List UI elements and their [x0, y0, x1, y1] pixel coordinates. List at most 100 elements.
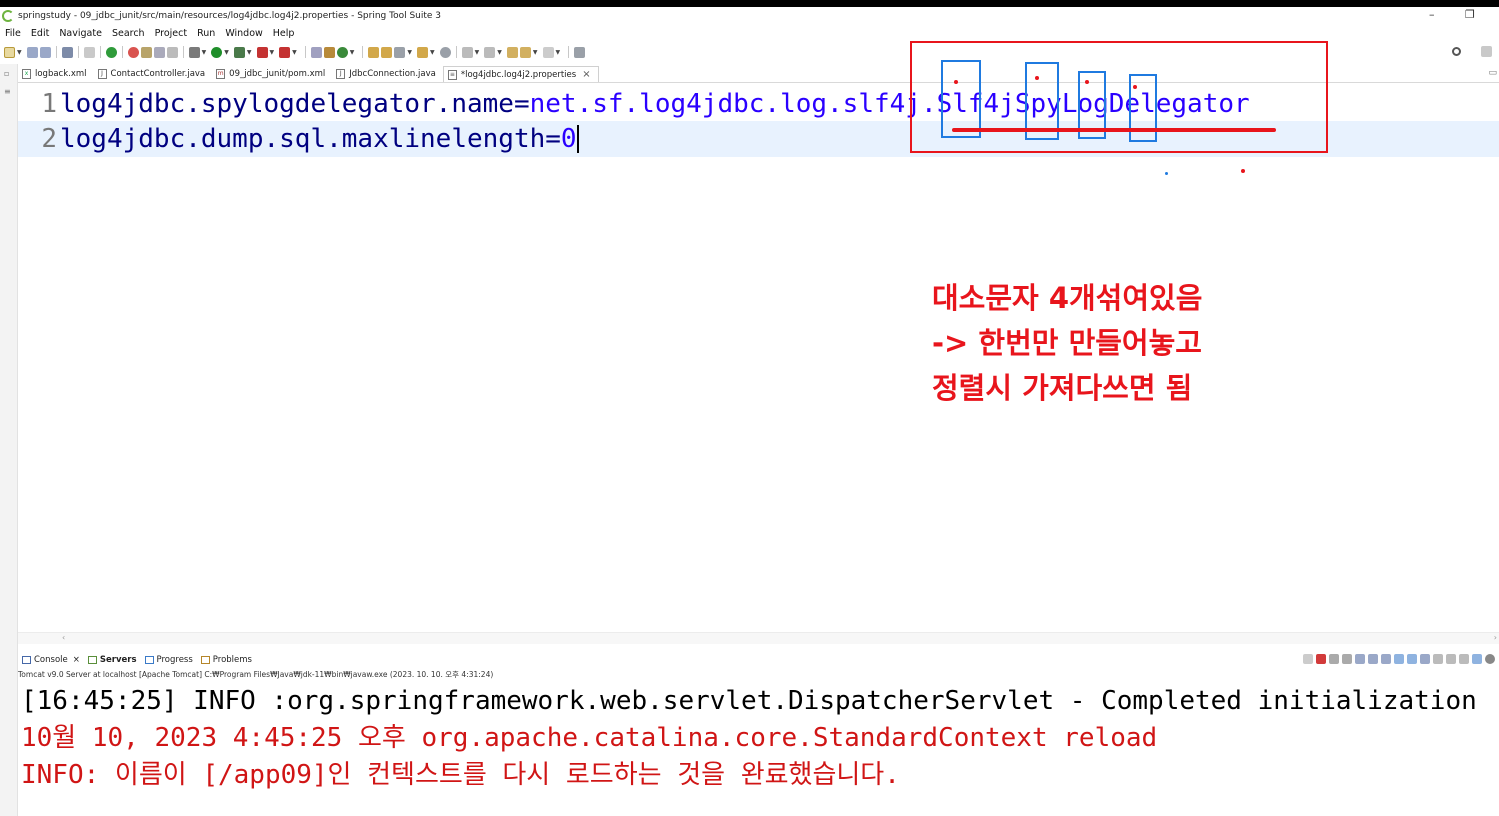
show-whitespace-icon[interactable]	[166, 46, 178, 58]
menu-edit[interactable]: Edit	[31, 28, 49, 39]
next-annotation-icon[interactable]	[461, 46, 473, 58]
close-icon[interactable]: ×	[73, 655, 80, 665]
console-process-label: Tomcat v9.0 Server at localhost [Apache …	[18, 670, 494, 679]
restore-button[interactable]: ❐	[1465, 8, 1475, 21]
open-folder-icon[interactable]	[368, 46, 380, 58]
menu-run[interactable]: Run	[197, 28, 215, 39]
remove-launch-icon[interactable]	[1329, 654, 1339, 664]
word-wrap-icon[interactable]	[1381, 654, 1391, 664]
scroll-right-icon[interactable]: ›	[1494, 633, 1497, 642]
line-number: 2	[41, 124, 57, 154]
debug-icon[interactable]	[188, 46, 200, 58]
run-icon[interactable]	[211, 46, 223, 58]
console-icon	[22, 655, 31, 664]
console-line: 10월 10, 2023 4:45:25 오후 org.apache.catal…	[21, 723, 1158, 753]
title-bar: springstudy - 09_jdbc_junit/src/main/res…	[0, 7, 1499, 25]
annotation-line: -> 한번만 만들어놓고	[932, 326, 1202, 360]
tab-console[interactable]: Console ×	[18, 655, 84, 665]
minimize-button[interactable]: –	[1429, 8, 1435, 21]
minimize-editor-icon[interactable]: ▭	[1488, 68, 1497, 78]
external-tools-icon[interactable]	[279, 46, 291, 58]
menu-help[interactable]: Help	[273, 28, 295, 39]
xml-file-icon: x	[22, 69, 31, 79]
console-toolbar	[1303, 654, 1495, 664]
coverage-icon[interactable]	[233, 46, 245, 58]
package-explorer-icon[interactable]: ≡	[4, 88, 12, 96]
new-java-project-icon[interactable]	[310, 46, 322, 58]
tab-servers[interactable]: Servers	[84, 655, 141, 665]
show-stderr-icon[interactable]	[1407, 654, 1417, 664]
spring-tool-suite-icon	[2, 10, 14, 22]
servers-icon	[87, 655, 97, 664]
link-icon[interactable]	[1472, 654, 1482, 664]
display-console-icon[interactable]	[1433, 654, 1443, 664]
tab-pom-xml[interactable]: m 09_jdbc_junit/pom.xml	[212, 66, 332, 82]
gear-icon[interactable]	[1485, 654, 1495, 664]
close-icon[interactable]: ×	[582, 69, 590, 80]
show-stdout-icon[interactable]	[1394, 654, 1404, 664]
new-package-icon[interactable]	[323, 46, 335, 58]
menu-navigate[interactable]: Navigate	[59, 28, 102, 39]
tab-label: Progress	[156, 654, 193, 665]
open-file-icon[interactable]	[381, 46, 393, 58]
stop-icon[interactable]	[256, 46, 268, 58]
properties-editor[interactable]: 1 log4jdbc.spylogdelegator.name= net.sf.lo…	[18, 84, 1499, 632]
java-file-icon: J	[336, 69, 346, 79]
menu-file[interactable]: File	[5, 28, 21, 39]
open-resource-icon[interactable]	[417, 46, 428, 58]
main-toolbar: ▼ ▼ ▼ ▼ ▼ ▼ ▼ ▼ ▼ ▼ ▼ ▼ ▼	[0, 42, 1499, 62]
back-icon[interactable]	[519, 46, 531, 58]
progress-icon	[144, 655, 154, 664]
editor-tab-bar: x logback.xml J ContactController.java m…	[18, 66, 1499, 83]
maven-pom-icon: m	[216, 69, 226, 79]
menu-window[interactable]: Window	[225, 28, 262, 39]
tab-contact-controller[interactable]: J ContactController.java	[94, 66, 213, 82]
restore-view-icon[interactable]: ▫	[4, 70, 12, 78]
open-task-icon[interactable]	[153, 46, 165, 58]
console-output[interactable]: [16:45:25] INFO :org.springframework.web…	[18, 683, 1499, 816]
scroll-lock-icon[interactable]	[1368, 654, 1378, 664]
save-icon[interactable]	[26, 46, 38, 58]
console-line: INFO: 이름이 [/app09]인 컨텍스트를 다시 로드하는 것을 완료했…	[21, 760, 900, 790]
new-class-icon[interactable]	[336, 46, 348, 58]
tab-log4jdbc-properties[interactable]: ≡ *log4jdbc.log4j2.properties ×	[442, 66, 599, 82]
line-number: 1	[41, 89, 57, 119]
horizontal-scrollbar[interactable]: ‹ ›	[18, 632, 1499, 644]
tab-label: JdbcConnection.java	[349, 69, 436, 79]
search-tool-icon[interactable]	[394, 46, 406, 58]
clear-console-icon[interactable]	[1355, 654, 1365, 664]
refresh-icon[interactable]	[127, 46, 139, 58]
code-line: 1 log4jdbc.spylogdelegator.name= net.sf.lo…	[18, 86, 1249, 122]
menu-project[interactable]: Project	[155, 28, 188, 39]
copy-icon[interactable]	[1459, 654, 1469, 664]
prev-annotation-icon[interactable]	[484, 46, 496, 58]
last-edit-icon[interactable]	[506, 46, 518, 58]
new-icon[interactable]	[4, 46, 15, 58]
open-type-icon[interactable]	[140, 46, 152, 58]
pin-editor-icon[interactable]	[574, 46, 586, 58]
scroll-left-icon[interactable]: ‹	[62, 633, 65, 642]
text-cursor	[576, 125, 579, 153]
tab-logback-xml[interactable]: x logback.xml	[18, 66, 94, 82]
tab-jdbc-connection[interactable]: J JdbcConnection.java	[332, 66, 443, 82]
search-icon[interactable]	[1452, 47, 1461, 56]
web-browser-icon[interactable]	[439, 46, 451, 58]
print-icon[interactable]	[61, 46, 73, 58]
forward-icon[interactable]	[542, 46, 554, 58]
open-console-icon[interactable]	[1446, 654, 1456, 664]
tab-label: Servers	[99, 654, 137, 665]
start-server-icon[interactable]	[105, 46, 117, 58]
skip-breakpoints-icon[interactable]	[83, 46, 95, 58]
property-value: 0	[560, 124, 577, 154]
save-all-icon[interactable]	[39, 46, 51, 58]
tab-problems[interactable]: Problems	[197, 655, 256, 665]
disconnect-icon[interactable]	[1303, 654, 1313, 664]
menu-search[interactable]: Search	[112, 28, 145, 39]
tab-label: logback.xml	[35, 69, 87, 79]
terminate-icon[interactable]	[1316, 654, 1326, 664]
property-key: log4jdbc.spylogdelegator.name=	[60, 89, 530, 119]
tab-progress[interactable]: Progress	[141, 655, 197, 665]
open-perspective-icon[interactable]	[1481, 46, 1492, 57]
pin-console-icon[interactable]	[1420, 654, 1430, 664]
remove-all-icon[interactable]	[1342, 654, 1352, 664]
